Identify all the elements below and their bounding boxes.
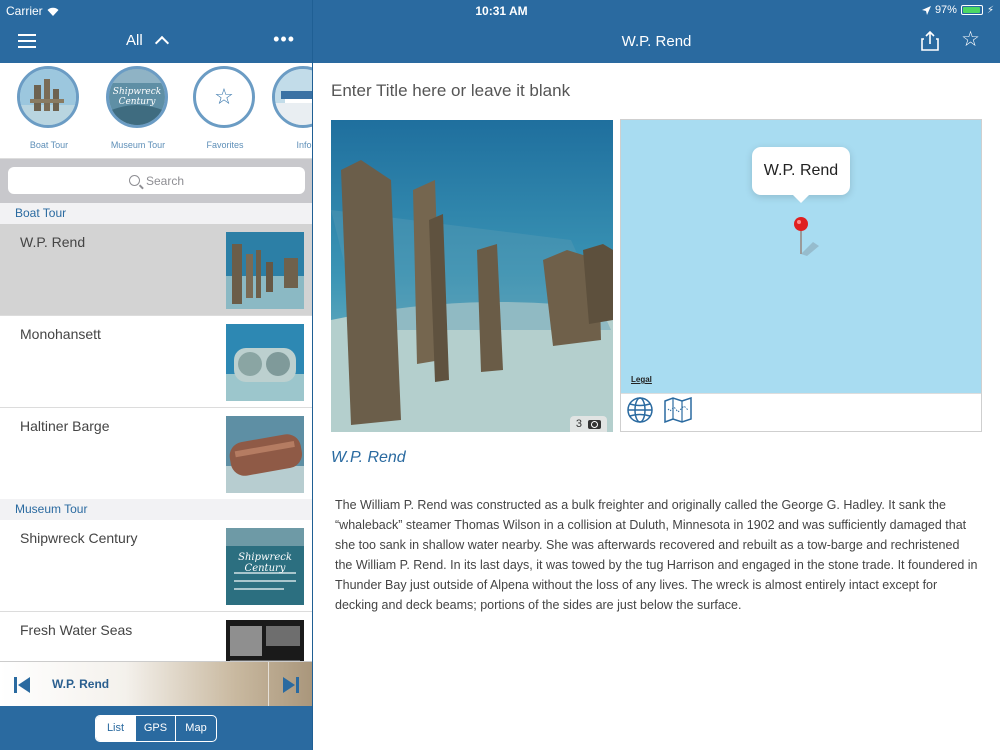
main-photo[interactable]: 3 [331,120,613,432]
battery-percent: 97% [934,4,957,16]
search-bar-container: Search [0,159,312,203]
audio-player: W.P. Rend [0,661,312,707]
search-input[interactable]: Search [8,167,305,194]
list-item[interactable]: Monohansett [0,316,312,408]
detail-title: W.P. Rend [621,33,692,50]
list-item[interactable]: W.P. Rend [0,224,312,316]
favorites-circle: ☆ [193,66,255,128]
left-nav-bar: Carrier All ••• [0,0,312,63]
more-options-icon[interactable]: ••• [273,30,295,48]
map-container: W.P. Rend Legal [620,119,982,432]
filter-dropdown[interactable]: All [126,32,169,51]
section-header-museum-tour: Museum Tour [0,499,312,520]
tab-map[interactable]: Map [176,716,216,741]
list-item-title: W.P. Rend [20,234,86,250]
tour-label: Info [296,140,312,150]
status-bar-left: Carrier [6,4,59,18]
info-tour-image [272,66,312,128]
list-item-title: Fresh Water Seas [20,622,133,638]
carrier-label: Carrier [6,4,43,18]
star-outline-icon: ☆ [214,84,234,109]
museum-cover-text: Shipwreck Century [112,87,162,107]
boat-tour-image [17,66,79,128]
battery-icon [960,5,983,15]
map-view[interactable]: W.P. Rend Legal [621,120,981,393]
map-toolbar [621,393,981,431]
tour-carousel[interactable]: Boat Tour Shipwreck Century Museum Tour … [0,63,312,159]
tour-label: Boat Tour [29,140,69,150]
wifi-icon [47,7,59,16]
list-item-thumbnail [226,416,304,493]
search-placeholder: Search [145,173,185,188]
bottom-toolbar: List GPS Map [0,706,312,750]
title-placeholder[interactable]: Enter Title here or leave it blank [331,81,570,101]
detail-description: The William P. Rend was constructed as a… [335,498,978,612]
tour-museum[interactable]: Shipwreck Century Museum Tour [106,66,170,150]
filter-label: All [126,32,143,49]
tour-favorites[interactable]: ☆ Favorites [193,66,257,150]
favorite-star-icon[interactable]: ☆ [961,29,980,51]
photo-count-badge[interactable]: 3 [569,416,607,432]
tour-label: Favorites [206,140,244,150]
skip-next-icon[interactable] [281,675,301,695]
thumbnail-cover-text: Shipwreck Century [238,552,292,574]
folded-map-icon[interactable] [664,396,692,428]
museum-tour-image: Shipwreck Century [106,66,168,128]
view-mode-segmented-control: List GPS Map [95,715,217,742]
camera-icon [588,419,601,429]
skip-previous-icon[interactable] [12,675,32,695]
tour-boat[interactable]: Boat Tour [17,66,81,150]
detail-content: Enter Title here or leave it blank 3 W.P… [313,63,1000,750]
list-item-thumbnail: Shipwreck Century [226,528,304,605]
tab-list[interactable]: List [96,716,136,741]
location-arrow-icon [921,5,931,15]
map-pin-icon[interactable] [793,216,819,256]
photo-count: 3 [575,418,582,430]
tour-info[interactable]: Info [272,66,312,150]
section-header-boat-tour: Boat Tour [0,203,312,224]
list-item-thumbnail [226,232,304,309]
list-item-title: Haltiner Barge [20,418,110,434]
share-icon[interactable] [921,30,939,51]
globe-icon[interactable] [626,396,654,429]
tour-label: Museum Tour [110,140,166,150]
map-callout[interactable]: W.P. Rend [752,147,850,203]
status-bar-right: 97% ⚡ [921,4,994,16]
hamburger-menu-icon[interactable] [18,34,36,48]
master-panel: Carrier All ••• Boat Tour Shipwreck Cent… [0,0,313,750]
map-legal-link[interactable]: Legal [631,375,652,384]
list-item-title: Monohansett [20,326,101,342]
detail-subtitle: W.P. Rend [331,449,406,466]
search-icon [128,175,140,186]
detail-nav-bar: 10:31 AM 97% ⚡ W.P. Rend ☆ [313,0,1000,63]
charging-icon: ⚡ [986,4,994,16]
player-divider [268,662,269,707]
chevron-up-icon [154,35,169,51]
list-item[interactable]: Shipwreck Century Shipwreck Century [0,520,312,612]
tab-gps[interactable]: GPS [136,716,176,741]
status-time: 10:31 AM [475,4,528,18]
now-playing-title: W.P. Rend [52,677,110,691]
list-item-thumbnail [226,324,304,401]
list-item-title: Shipwreck Century [20,530,138,546]
list-item[interactable]: Haltiner Barge [0,408,312,500]
